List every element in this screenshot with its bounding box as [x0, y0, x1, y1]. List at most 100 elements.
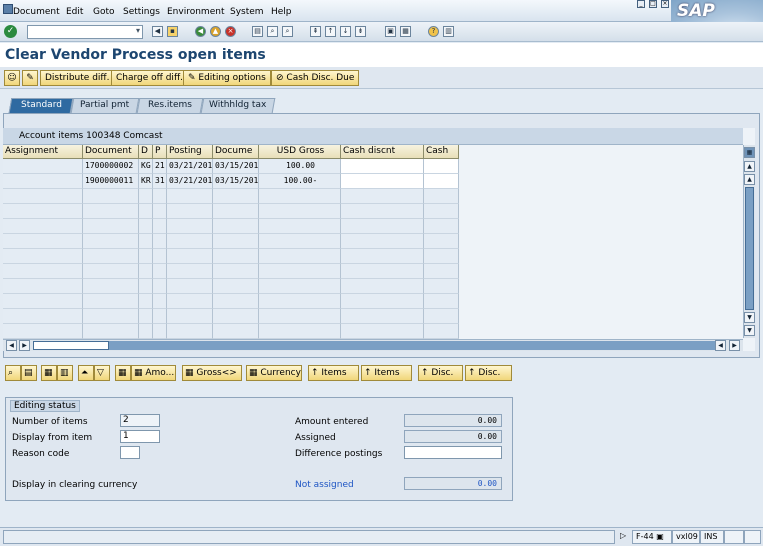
col-document[interactable]: Document [83, 145, 139, 159]
cell-posting[interactable]: 03/21/201 [167, 174, 213, 189]
tab-standard[interactable]: Standard [8, 98, 74, 113]
transaction-field[interactable]: F-44 ▣ [632, 530, 672, 544]
resize-grip[interactable] [744, 530, 761, 544]
edit-icon[interactable]: ✎ [22, 70, 38, 86]
cell-docume[interactable]: 03/15/201 [213, 159, 259, 174]
vertical-scroll-thumb[interactable] [745, 187, 754, 310]
deselect-all-icon[interactable]: ▥ [57, 365, 73, 381]
editing-options-button[interactable]: ✎ Editing options [183, 70, 271, 86]
cell-cash[interactable] [424, 159, 459, 174]
new-session-icon[interactable]: ▣ [385, 26, 396, 37]
cell-document[interactable]: 1900000011 [83, 174, 139, 189]
menu-goto[interactable]: Goto [93, 7, 115, 17]
column-settings-icon[interactable]: ▦ [744, 147, 755, 158]
filter-icon[interactable]: ▽ [94, 365, 110, 381]
charge-off-diff-button[interactable]: Charge off diff. [111, 70, 188, 86]
currency-button[interactable]: ▦ Currency [246, 365, 302, 381]
system-menu-icon[interactable] [3, 4, 13, 14]
details-icon[interactable]: ⌕ [5, 365, 21, 381]
scroll-left-icon[interactable]: ◀ [6, 340, 17, 351]
cancel-icon[interactable]: × [225, 26, 236, 37]
minimize-icon[interactable]: _ [637, 0, 645, 8]
back-arrow-icon[interactable]: ◀ [152, 26, 163, 37]
command-field[interactable]: ▾ [27, 25, 143, 39]
cell-cash-discnt[interactable] [341, 174, 424, 189]
cell-document[interactable]: 1700000002 [83, 159, 139, 174]
close-window-icon[interactable]: × [661, 0, 669, 8]
display-icon[interactable]: ☺ [4, 70, 20, 86]
cash-disc-due-button[interactable]: ⊘ Cash Disc. Due [271, 70, 360, 86]
distribute-diff-button[interactable]: Distribute diff. [40, 70, 115, 86]
cell-usd-gross[interactable]: 100.00- [259, 174, 341, 189]
save-icon[interactable]: ▪ [167, 26, 178, 37]
scroll-top-icon[interactable]: ▲ [744, 161, 755, 172]
cell-posting[interactable]: 03/21/201 [167, 159, 213, 174]
select-block-icon[interactable]: ▦ [115, 365, 131, 381]
maximize-icon[interactable]: □ [649, 0, 657, 8]
menu-environment[interactable]: Environment [167, 7, 224, 17]
sort-ascending-icon[interactable]: ⏶ [78, 365, 94, 381]
enter-icon[interactable]: ✓ [4, 25, 17, 38]
deactivate-items-button[interactable]: ↑ Items [361, 365, 412, 381]
horizontal-scroll-thumb[interactable] [33, 341, 109, 350]
col-cash[interactable]: Cash [424, 145, 459, 159]
tab-partial-pmt[interactable]: Partial pmt [70, 98, 140, 113]
scroll-right-icon[interactable]: ▶ [729, 340, 740, 351]
cell-p[interactable]: 21 [153, 159, 167, 174]
col-docume[interactable]: Docume [213, 145, 259, 159]
horizontal-scrollbar[interactable]: ◀ ▶ ◀ ▶ [3, 339, 743, 351]
tab-res-items[interactable]: Res.items [136, 98, 204, 113]
activate-items-button[interactable]: ↑ Items [308, 365, 359, 381]
select-all-icon[interactable]: ▦ [41, 365, 57, 381]
menu-settings[interactable]: Settings [123, 7, 160, 17]
sort-icon[interactable]: ▤ [21, 365, 37, 381]
cell-p[interactable]: 31 [153, 174, 167, 189]
col-posting[interactable]: Posting [167, 145, 213, 159]
insert-mode-field[interactable]: INS [700, 530, 724, 544]
scroll-down-icon[interactable]: ▼ [744, 312, 755, 323]
print-icon[interactable]: ▤ [252, 26, 263, 37]
deactivate-disc-button[interactable]: ↑ Disc. [465, 365, 512, 381]
find-icon[interactable]: ⌕ [267, 26, 278, 37]
difference-postings-input[interactable] [404, 446, 502, 459]
cell-d[interactable]: KG [139, 159, 153, 174]
cell-cash-discnt[interactable] [341, 159, 424, 174]
col-p[interactable]: P [153, 145, 167, 159]
scroll-left-end-icon[interactable]: ◀ [715, 340, 726, 351]
activate-disc-button[interactable]: ↑ Disc. [418, 365, 463, 381]
scroll-bottom-icon[interactable]: ▼ [744, 325, 755, 336]
back-icon[interactable]: ◀ [195, 26, 206, 37]
scroll-up-icon[interactable]: ▲ [744, 174, 755, 185]
last-page-icon[interactable]: ⇟ [355, 26, 366, 37]
menu-help[interactable]: Help [271, 7, 292, 17]
help-icon[interactable]: ? [428, 26, 439, 37]
cell-assignment[interactable] [3, 174, 83, 189]
layout-menu-icon[interactable]: ▥ [443, 26, 454, 37]
cell-assignment[interactable] [3, 159, 83, 174]
previous-page-icon[interactable]: ↑ [325, 26, 336, 37]
next-page-icon[interactable]: ↓ [340, 26, 351, 37]
cell-docume[interactable]: 03/15/201 [213, 174, 259, 189]
vertical-scrollbar[interactable]: ▦ ▲ ▲ ▼ ▼ [743, 145, 755, 338]
cell-usd-gross[interactable]: 100.00 [259, 159, 341, 174]
scroll-right-small-icon[interactable]: ▶ [19, 340, 30, 351]
menu-system[interactable]: System [230, 7, 264, 17]
col-usd-gross[interactable]: USD Gross [259, 145, 341, 159]
find-next-icon[interactable]: ⌕ [282, 26, 293, 37]
status-expand-icon[interactable]: ▷ [620, 531, 626, 540]
reason-code-input[interactable] [120, 446, 140, 459]
gross-net-button[interactable]: ▦ Gross<> [182, 365, 242, 381]
cell-cash[interactable] [424, 174, 459, 189]
amount-button[interactable]: ▦ Amo... [131, 365, 176, 381]
exit-icon[interactable]: ▲ [210, 26, 221, 37]
col-d[interactable]: D [139, 145, 153, 159]
col-cash-discnt[interactable]: Cash discnt [341, 145, 424, 159]
horizontal-scroll-track[interactable] [109, 341, 715, 350]
cell-d[interactable]: KR [139, 174, 153, 189]
shortcut-icon[interactable]: ▦ [400, 26, 411, 37]
col-assignment[interactable]: Assignment [3, 145, 83, 159]
menu-document[interactable]: Document [13, 7, 60, 17]
display-from-item-input[interactable]: 1 [120, 430, 160, 443]
menu-edit[interactable]: Edit [66, 7, 83, 17]
tab-withhldg-tax[interactable]: Withhldg tax [200, 98, 276, 113]
